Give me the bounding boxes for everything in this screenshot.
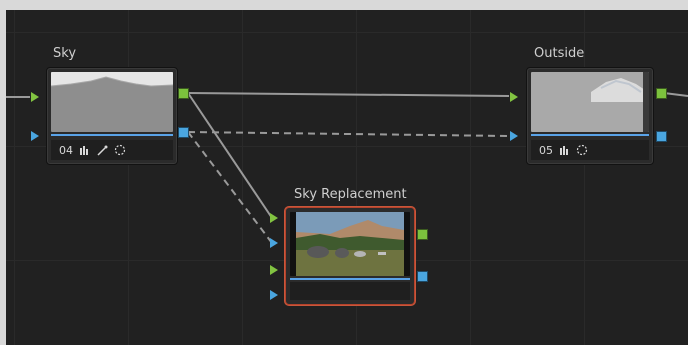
node-thumbnail-sky (51, 72, 173, 132)
input-rgb-port-outside[interactable] (510, 92, 518, 102)
node-number-outside: 05 (539, 143, 553, 157)
node-outside[interactable]: 05 (526, 67, 654, 165)
levels-icon (77, 143, 91, 157)
output-key-port-sky[interactable] (178, 127, 189, 138)
output-rgb-port-sky-replacement[interactable] (417, 229, 428, 240)
node-footer-sky-replacement (290, 282, 410, 300)
node-number-sky: 04 (59, 143, 73, 157)
node-sky-replacement[interactable] (285, 207, 415, 305)
link-sky-to-outside-key (187, 131, 510, 137)
node-progress-bar-sky-replacement (290, 278, 410, 280)
node-progress-bar-sky (51, 134, 173, 136)
node-title-sky: Sky (53, 46, 77, 61)
node-graph-canvas[interactable]: Sky 04 Outside 05 Sky Replacement (6, 10, 688, 345)
node-title-outside: Outside (534, 46, 585, 61)
input-rgb2-port-sky-replacement[interactable] (270, 265, 278, 275)
output-key-port-sky-replacement[interactable] (417, 271, 428, 282)
node-thumbnail-outside (531, 72, 649, 132)
input-rgb-port-sky-replacement[interactable] (270, 213, 278, 223)
circle-window-icon (113, 143, 127, 157)
input-key2-port-sky-replacement[interactable] (270, 290, 278, 300)
node-title-sky-replacement: Sky Replacement (294, 187, 407, 202)
node-thumbnail-sky-replacement (290, 212, 410, 276)
link-sky-to-replacement-key (187, 131, 273, 244)
node-footer-sky: 04 (51, 140, 173, 160)
output-rgb-port-sky[interactable] (178, 88, 189, 99)
node-footer-outside: 05 (531, 140, 649, 160)
link-outside-to-output (663, 92, 688, 97)
output-key-port-outside[interactable] (656, 131, 667, 142)
link-sky-to-replacement-rgb (187, 92, 273, 219)
levels-icon (557, 143, 571, 157)
input-key-port-sky-replacement[interactable] (270, 238, 278, 248)
eyedropper-icon (95, 143, 109, 157)
input-rgb-port-sky[interactable] (31, 92, 39, 102)
node-progress-bar-outside (531, 134, 649, 136)
node-sky[interactable]: 04 (46, 67, 178, 165)
input-key-port-sky[interactable] (31, 131, 39, 141)
link-sky-to-outside-rgb (187, 92, 510, 97)
input-key-port-outside[interactable] (510, 131, 518, 141)
output-rgb-port-outside[interactable] (656, 88, 667, 99)
circle-window-icon (575, 143, 589, 157)
